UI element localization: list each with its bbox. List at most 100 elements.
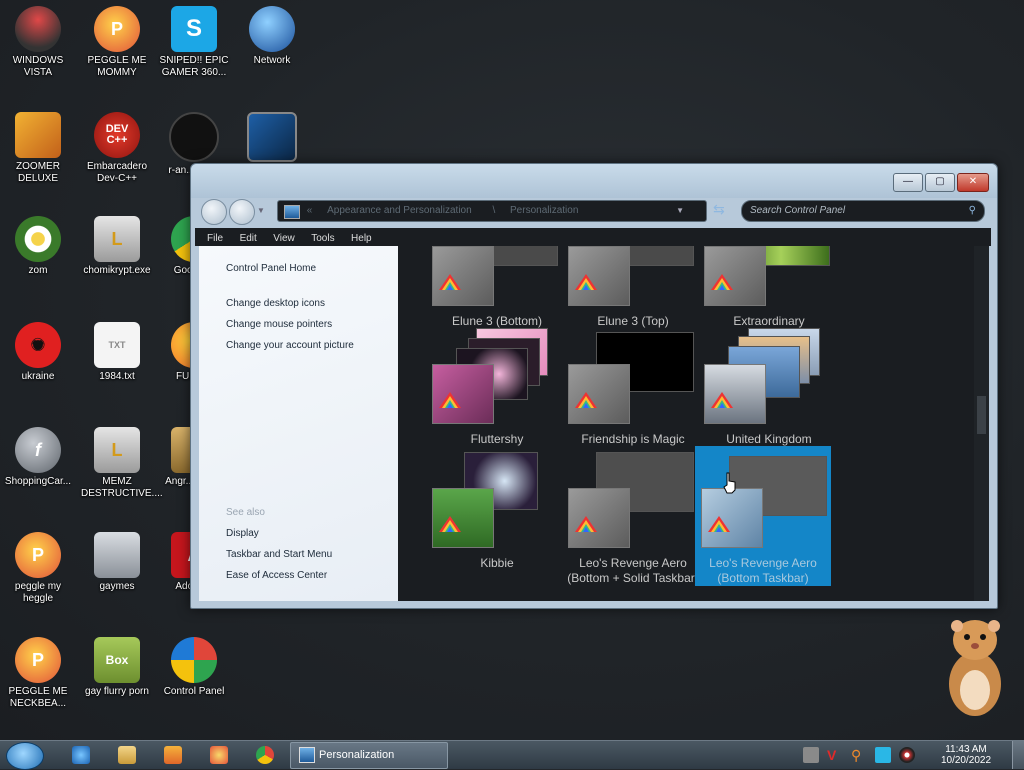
breadcrumb-personalization[interactable]: Personalization [510,205,578,216]
network-globe-icon [249,6,295,52]
desktop-icon-network[interactable]: Network [236,6,308,67]
peggle-icon: P [15,532,61,578]
address-bar[interactable]: « Appearance and Personalization \ Perso… [277,200,707,222]
desktop-icon-sniped[interactable]: S SNIPED!! EPIC GAMER 360... [158,6,230,79]
desktop-icon-label: peggle my heggle [14,581,62,604]
media-player-icon[interactable] [164,746,182,764]
volume-tray-icon[interactable] [899,747,915,763]
chrome-taskbar-icon[interactable] [256,746,274,764]
hand-cursor-icon [723,472,736,494]
back-button[interactable] [201,199,227,225]
theme-friendship-is-magic[interactable]: Friendship is Magic [568,328,698,468]
search-tray-icon[interactable]: ⚲ [851,747,867,763]
forward-button[interactable] [229,199,255,225]
change-mouse-pointers-link[interactable]: Change mouse pointers [226,319,332,330]
theme-fluttershy[interactable]: Fluttershy [432,328,562,468]
monitor-icon [247,112,297,162]
change-desktop-icons-link[interactable]: Change desktop icons [226,298,325,309]
display-tray-icon[interactable] [875,747,891,763]
desktop-icon-label: SNIPED!! EPIC GAMER 360... [159,55,229,78]
theme-name: Elune 3 (Bottom) [451,314,543,328]
control-panel-home-link[interactable]: Control Panel Home [226,263,316,274]
exe-file-icon: L [94,427,140,473]
ease-of-access-link[interactable]: Ease of Access Center [226,570,327,581]
desktop-icon-control-panel[interactable]: Control Panel [158,637,230,698]
address-overflow[interactable]: « [307,205,313,216]
box-app-icon: Box [94,637,140,683]
rainbow-fan-icon [575,274,597,290]
peggle-taskbar-icon[interactable] [210,746,228,764]
taskbar-task-label: Personalization [319,749,395,761]
start-button[interactable] [6,742,44,770]
refresh-icon[interactable]: ⇆ [713,201,733,221]
vertical-scrollbar[interactable] [974,246,989,601]
rainbow-fan-icon [575,392,597,408]
search-placeholder: Search Control Panel [750,205,846,216]
theme-kibbie[interactable]: Kibbie [432,452,562,592]
theme-name: Elune 3 (Top) [597,314,669,328]
exe-file-icon: L [94,216,140,262]
taskbar-start-menu-link[interactable]: Taskbar and Start Menu [226,549,332,560]
peggle-icon: P [94,6,140,52]
clock-time: 11:43 AM [945,744,987,755]
desktop-icon-dev-cpp[interactable]: DEV C++ Embarcadero Dev-C++ [81,112,153,185]
desktop-icon-shoppingcart[interactable]: f ShoppingCar... [2,427,74,488]
desktop-icon-windows-vista[interactable]: WINDOWS VISTA [2,6,74,79]
rainbow-fan-icon [711,392,733,408]
desktop-icon-peggle-me-mommy[interactable]: P PEGGLE ME MOMMY [81,6,153,79]
vivaldi-tray-icon[interactable]: V [827,747,843,763]
rainbow-fan-icon [439,274,461,290]
maximize-button[interactable]: ▢ [925,173,955,192]
taskbar: Personalization V ⚲ 11:43 AM 10/20/2022 [0,740,1024,770]
desktop-icon-peggle-me-neckbea[interactable]: P PEGGLE ME NECKBEA... [2,637,74,710]
minimize-button[interactable]: — [893,173,923,192]
taskbar-task-personalization[interactable]: Personalization [290,742,448,769]
desktop-icon-zom[interactable]: zom [2,216,74,277]
peggle-icon: P [15,637,61,683]
theme-leos-revenge-bottom[interactable]: Leo's Revenge Aero (Bottom Taskbar) [695,446,831,586]
desktop-icon-label: ukraine [21,371,55,382]
desktop-icon-zoomer-deluxe[interactable]: ZOOMER DELUXE [2,112,74,185]
personalization-window: — ▢ ✕ ▼ « Appearance and Personalization… [190,163,998,609]
tray-app-icon[interactable] [803,747,819,763]
desktop-icon-chomikrypt[interactable]: L chomikrypt.exe [81,216,153,277]
internet-explorer-icon[interactable] [72,746,90,764]
desktop-icon-memz[interactable]: L MEMZ DESTRUCTIVE.... [81,427,163,500]
file-explorer-icon[interactable] [118,746,136,764]
close-button[interactable]: ✕ [957,173,989,192]
theme-name: Leo's Revenge Aero (Bottom Taskbar) [709,556,817,585]
theme-leos-revenge-solid[interactable]: Leo's Revenge Aero (Bottom + Solid Taskb… [567,452,699,592]
desktop-hamster-widget[interactable] [942,614,1008,720]
rainbow-fan-icon [711,274,733,290]
desktop-icon-label: ShoppingCar... [4,476,72,487]
desktop-icon-label: PEGGLE ME MOMMY [87,55,147,78]
flower-icon [15,216,61,262]
search-icon[interactable]: ⚲ [969,201,976,221]
desktop-icon-label: zom [28,265,48,276]
recent-pages-chevron-icon[interactable]: ▼ [257,206,265,215]
rainbow-fan-icon [439,516,461,532]
address-dropdown-icon[interactable]: ▼ [676,201,684,221]
menu-bar: File Edit View Tools Help [195,228,991,246]
desktop-icon-label: chomikrypt.exe [83,265,151,276]
show-desktop-button[interactable] [1012,741,1024,769]
desktop-icon-monitor[interactable] [236,112,308,165]
desktop-icon-peggle-my-heggle[interactable]: P peggle my heggle [2,532,74,605]
breadcrumb-separator[interactable]: \ [492,205,495,216]
system-clock[interactable]: 11:43 AM 10/20/2022 [934,744,998,766]
display-link[interactable]: Display [226,528,259,539]
theme-name: Extraordinary [733,314,805,328]
desktop-icon-1984-txt[interactable]: TXT 1984.txt [81,322,153,383]
desktop-icon-ukraine[interactable]: ☢ ukraine [2,322,74,383]
breadcrumb-appearance[interactable]: Appearance and Personalization [327,205,472,216]
scrollbar-thumb[interactable] [977,396,986,434]
desktop-icon-gay-flurry[interactable]: Box gay flurry porn [81,637,153,698]
theme-name: Fluttershy [470,432,524,446]
window-titlebar[interactable]: — ▢ ✕ [191,164,997,198]
change-account-picture-link[interactable]: Change your account picture [226,340,354,351]
navigation-bar: ▼ « Appearance and Personalization \ Per… [195,197,991,229]
desktop-icon-gaymes[interactable]: gaymes [81,532,153,593]
search-input[interactable]: Search Control Panel ⚲ [741,200,985,222]
theme-name: Friendship is Magic [581,432,685,446]
control-panel-icon [171,637,217,683]
